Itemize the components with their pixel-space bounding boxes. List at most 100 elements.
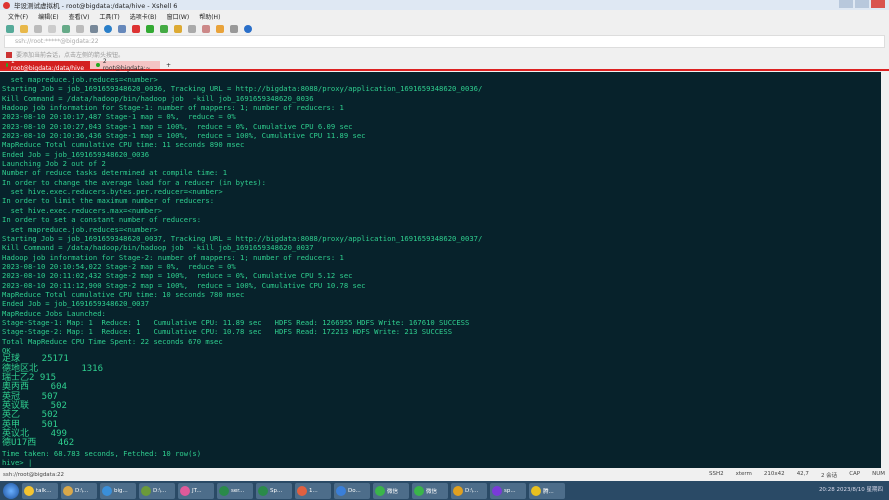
copy-icon[interactable]	[34, 25, 42, 33]
status-connection: ssh://root@bigdata:22	[3, 472, 64, 478]
result-row: 足球 25171	[2, 355, 879, 364]
result-row: 奥丙西 604	[2, 383, 879, 392]
terminal-line: 2023-08-10 20:11:12,900 Stage-2 map = 10…	[2, 281, 879, 290]
taskbar-app[interactable]: D:\...	[61, 483, 97, 499]
menu-window[interactable]: 窗口(W)	[167, 12, 190, 21]
taskbar-app[interactable]: ser...	[217, 483, 253, 499]
taskbar-app[interactable]: Do...	[334, 483, 370, 499]
terminal-line: Total MapReduce CPU Time Spent: 22 secon…	[2, 337, 879, 346]
status-sessions: 2 会话	[821, 471, 837, 479]
find-icon[interactable]	[76, 25, 84, 33]
bookmark-icon[interactable]	[6, 52, 12, 58]
help-icon[interactable]	[244, 25, 252, 33]
paste-icon[interactable]	[48, 25, 56, 33]
app-icon	[63, 486, 73, 496]
address-bar[interactable]: ssh://root:*****@bigdata:22	[4, 35, 885, 48]
tile-icon[interactable]	[230, 25, 238, 33]
taskbar-app[interactable]: big...	[100, 483, 136, 499]
add-tab-button[interactable]: +	[160, 61, 177, 69]
terminal-line: Starting Job = job_1691659348620_0036, T…	[2, 84, 879, 93]
taskbar: talk... D:\... big... D:\... JT... ser... Sp..…	[0, 481, 889, 500]
app-label: JT...	[192, 488, 202, 494]
status-term-type: xterm	[736, 471, 752, 479]
keyboard-icon[interactable]	[188, 25, 196, 33]
terminal-line: 2023-08-10 20:10:17,487 Stage-1 map = 0%…	[2, 112, 879, 121]
terminal-line: MapReduce Total cumulative CPU time: 10 …	[2, 290, 879, 299]
app-label: 1...	[309, 488, 318, 494]
maximize-button[interactable]	[855, 0, 869, 8]
taskbar-app[interactable]: talk...	[22, 483, 58, 499]
properties-icon[interactable]	[62, 25, 70, 33]
menu-file[interactable]: 文件(F)	[8, 12, 28, 21]
terminal-line: Time taken: 68.783 seconds, Fetched: 10 …	[2, 449, 879, 458]
terminal-line: Number of reduce tasks determined at com…	[2, 168, 879, 177]
taskbar-app[interactable]: 腾...	[529, 483, 565, 499]
app-label: D:\...	[75, 488, 88, 494]
taskbar-app[interactable]: Sp...	[256, 483, 292, 499]
menu-edit[interactable]: 编辑(E)	[38, 12, 58, 21]
connected-icon	[6, 63, 8, 67]
result-row: 英议北 499	[2, 430, 879, 439]
taskbar-app[interactable]: 微信	[373, 483, 409, 499]
menu-help[interactable]: 帮助(H)	[199, 12, 220, 21]
taskbar-app[interactable]: D:\...	[139, 483, 175, 499]
app-icon	[141, 486, 151, 496]
terminal-line: Hadoop job information for Stage-1: numb…	[2, 103, 879, 112]
terminal-line: Kill Command = /data/hadoop/bin/hadoop j…	[2, 94, 879, 103]
tab-session-1[interactable]: 1 root@bigdata:/data/hive	[0, 61, 90, 69]
status-protocol: SSH2	[709, 471, 724, 479]
menu-tools[interactable]: 工具(T)	[99, 12, 119, 21]
terminal-line: 2023-08-10 20:10:54,022 Stage-2 map = 0%…	[2, 262, 879, 271]
new-session-icon[interactable]	[6, 25, 14, 33]
terminal[interactable]: set mapreduce.job.reduces=<number>Starti…	[0, 72, 881, 468]
terminal-line: Stage-Stage-2: Map: 1 Reduce: 1 Cumulati…	[2, 327, 879, 336]
taskbar-app[interactable]: 1...	[295, 483, 331, 499]
app-label: 微信	[426, 487, 437, 495]
terminal-line: Starting Job = job_1691659348620_0037, T…	[2, 234, 879, 243]
app-icon	[531, 486, 541, 496]
taskbar-app[interactable]: D:\...	[451, 483, 487, 499]
font-icon[interactable]	[118, 25, 126, 33]
minimize-button[interactable]	[839, 0, 853, 8]
terminal-line: In order to change the average load for …	[2, 178, 879, 187]
taskbar-app[interactable]: sp...	[490, 483, 526, 499]
status-num: NUM	[872, 471, 885, 479]
fullscreen-icon[interactable]	[160, 25, 168, 33]
taskbar-app[interactable]: 微信	[412, 483, 448, 499]
app-label: sp...	[504, 488, 516, 494]
app-icon	[24, 486, 34, 496]
app-label: ser...	[231, 488, 244, 494]
tab-session-2[interactable]: 2 root@bigdata:~	[90, 61, 160, 69]
open-folder-icon[interactable]	[20, 25, 28, 33]
layout-icon[interactable]	[90, 25, 98, 33]
start-button[interactable]	[3, 483, 19, 499]
result-row: 瑞士乙2 915	[2, 374, 879, 383]
script-icon[interactable]	[202, 25, 210, 33]
terminal-scrollbar[interactable]	[881, 72, 889, 468]
menu-tabs[interactable]: 选项卡(B)	[130, 12, 157, 21]
app-label: big...	[114, 488, 128, 494]
terminal-line: set hive.exec.reducers.max=<number>	[2, 206, 879, 215]
terminal-line: Launching Job 2 out of 2	[2, 159, 879, 168]
clock[interactable]: 20:28 2023/8/10 星期四	[819, 487, 889, 494]
connected-icon	[96, 63, 100, 67]
title-bar: 毕设测试虚拟机 - root@bigdata:/data/hive - Xshe…	[0, 0, 889, 10]
terminal-line: Ended Job = job_1691659348620_0037	[2, 299, 879, 308]
taskbar-app[interactable]: JT...	[178, 483, 214, 499]
xftp-icon[interactable]	[132, 25, 140, 33]
compose-icon[interactable]	[216, 25, 224, 33]
transfer-icon[interactable]	[146, 25, 154, 33]
terminal-line: 2023-08-10 20:10:36,436 Stage-1 map = 10…	[2, 131, 879, 140]
menu-view[interactable]: 查看(V)	[69, 12, 90, 21]
lock-icon[interactable]	[174, 25, 182, 33]
app-icon	[219, 486, 229, 496]
terminal-line: Stage-Stage-1: Map: 1 Reduce: 1 Cumulati…	[2, 318, 879, 327]
terminal-line: In order to set a constant number of red…	[2, 215, 879, 224]
window-controls	[839, 0, 885, 8]
app-label: D:\...	[465, 488, 478, 494]
globe-icon[interactable]	[104, 25, 112, 33]
terminal-line: OK	[2, 346, 879, 355]
terminal-line: MapReduce Jobs Launched:	[2, 309, 879, 318]
close-button[interactable]	[871, 0, 885, 8]
result-row: 英议联 502	[2, 402, 879, 411]
